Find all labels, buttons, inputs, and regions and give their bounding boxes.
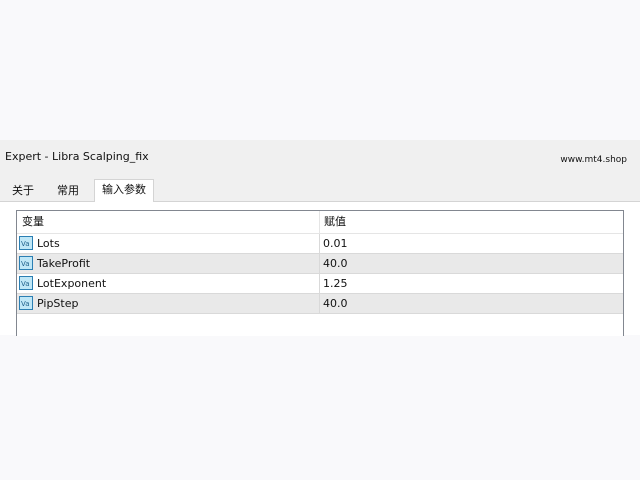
row-variable-name: Lots [37,237,60,250]
variable-icon: Va [19,236,33,250]
row-variable-name: PipStep [37,297,79,310]
row-value[interactable]: 0.01 [323,234,348,253]
row-value[interactable]: 40.0 [323,294,348,313]
variable-icon: Va [19,276,33,290]
expert-properties-dialog: Expert - Libra Scalping_fix www.mt4.shop… [0,140,640,336]
table-row[interactable]: Va TakeProfit 40.0 [17,254,623,274]
column-divider [319,294,320,313]
column-divider [319,274,320,293]
window-title: Expert - Libra Scalping_fix [5,150,149,163]
variable-icon: Va [19,296,33,310]
table-row[interactable]: Va Lots 0.01 [17,234,623,254]
header-divider[interactable] [319,211,320,233]
row-variable-name: LotExponent [37,277,107,290]
inputs-panel: 变量 赋值 Va Lots 0.01 Va TakeProfit 40.0 Va… [0,201,640,336]
svg-text:Va: Va [21,280,30,288]
svg-text:Va: Va [21,240,30,248]
table-header: 变量 赋值 [17,211,623,234]
row-value[interactable]: 40.0 [323,254,348,273]
row-variable-name: TakeProfit [37,257,91,270]
row-value[interactable]: 1.25 [323,274,348,293]
tab-bar: 关于 常用 输入参数 [0,179,640,202]
svg-text:Va: Va [21,260,30,268]
variable-icon: Va [19,256,33,270]
column-divider [319,234,320,253]
inputs-table: 变量 赋值 Va Lots 0.01 Va TakeProfit 40.0 Va… [16,210,624,336]
header-variable[interactable]: 变量 [22,211,44,233]
table-row[interactable]: Va LotExponent 1.25 [17,274,623,294]
column-divider [319,254,320,273]
tab-about[interactable]: 关于 [6,182,40,201]
tab-inputs[interactable]: 输入参数 [94,179,154,202]
watermark-text: www.mt4.shop [560,155,627,165]
svg-text:Va: Va [21,300,30,308]
table-row[interactable]: Va PipStep 40.0 [17,294,623,314]
tab-common[interactable]: 常用 [50,182,86,201]
header-value[interactable]: 赋值 [324,211,346,233]
